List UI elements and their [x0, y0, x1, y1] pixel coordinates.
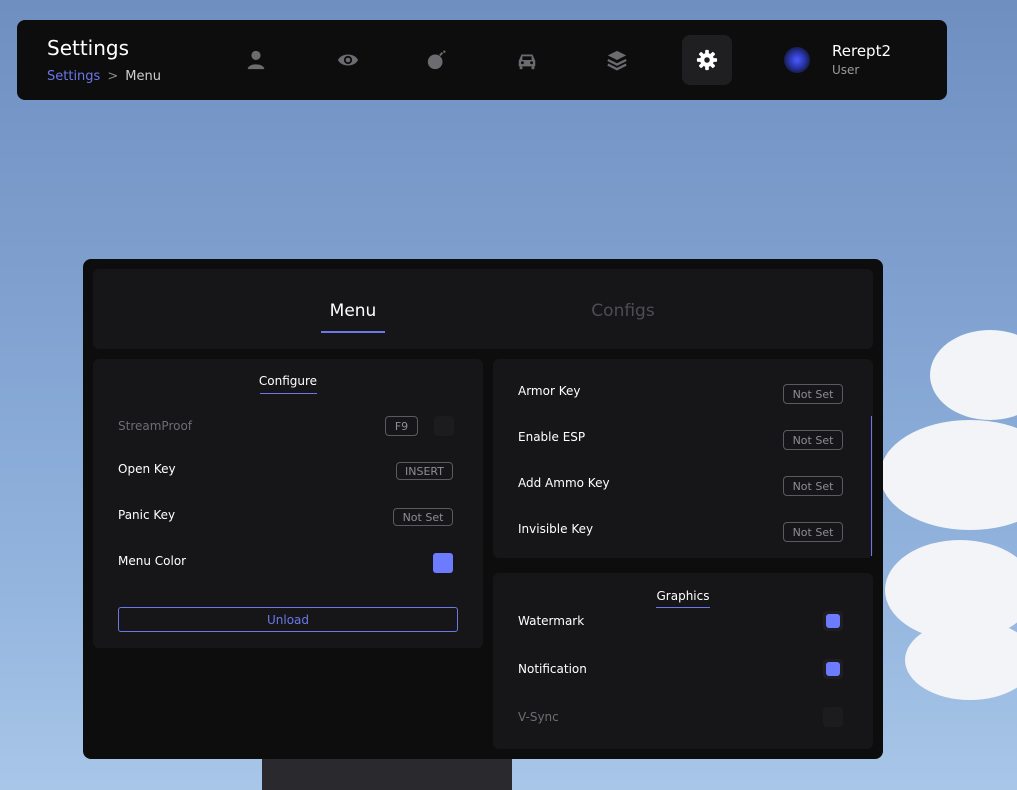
avatar[interactable] [784, 47, 810, 73]
tab-bar: Menu Configs [93, 269, 873, 349]
vsync-label: V-Sync [518, 710, 559, 724]
graphics-title: Graphics [656, 589, 710, 603]
configure-card: Configure StreamProof F9 Open Key INSERT… [93, 359, 483, 648]
menu-color-label: Menu Color [118, 554, 187, 568]
streamproof-keybind[interactable]: F9 [385, 416, 418, 436]
cloud [930, 330, 1017, 420]
breadcrumb: Settings > Menu [47, 69, 161, 84]
tab-configs[interactable]: Configs [573, 301, 673, 321]
notification-checkbox[interactable] [823, 659, 843, 679]
configure-title: Configure [258, 374, 318, 388]
breadcrumb-separator: > [107, 69, 119, 84]
vsync-checkbox[interactable] [823, 707, 843, 727]
nav-user-button[interactable] [231, 35, 281, 85]
nav-vehicle-button[interactable] [502, 35, 552, 85]
graphics-card: Graphics Watermark Notification V-Sync [493, 573, 873, 749]
unload-button[interactable]: Unload [118, 607, 458, 632]
active-tab-indicator [321, 331, 385, 333]
breadcrumb-current: Menu [125, 69, 161, 84]
breadcrumb-link-settings[interactable]: Settings [47, 69, 100, 84]
configure-underline [260, 393, 317, 394]
username: Rerept2 [832, 42, 891, 60]
tab-menu[interactable]: Menu [321, 301, 385, 321]
armor-key-keybind[interactable]: Not Set [783, 384, 843, 404]
keybinds-scrollbar[interactable] [871, 416, 872, 556]
settings-panel: Menu Configs Configure StreamProof F9 Op… [83, 259, 883, 759]
add-ammo-key-label: Add Ammo Key [518, 476, 610, 490]
open-key-keybind[interactable]: INSERT [396, 462, 453, 480]
streamproof-label: StreamProof [118, 419, 193, 433]
add-ammo-key-keybind[interactable]: Not Set [783, 476, 843, 496]
nav-visuals-button[interactable] [323, 35, 373, 85]
watermark-checkbox[interactable] [823, 611, 843, 631]
notification-label: Notification [518, 662, 587, 676]
cloud [880, 420, 1017, 530]
layers-icon [607, 50, 627, 71]
enable-esp-label: Enable ESP [518, 430, 586, 444]
menu-color-picker[interactable] [433, 553, 453, 573]
panic-key-keybind[interactable]: Not Set [393, 508, 453, 526]
cloud [905, 620, 1017, 700]
invisible-key-label: Invisible Key [518, 522, 594, 536]
eye-icon [337, 54, 359, 66]
car-icon [518, 54, 536, 70]
user-role: User [832, 63, 860, 77]
nav-settings-button[interactable] [682, 35, 732, 85]
open-key-label: Open Key [118, 462, 176, 476]
watermark-label: Watermark [518, 614, 585, 628]
bomb-icon [427, 50, 446, 70]
page-title: Settings [47, 36, 130, 60]
gear-icon [696, 49, 718, 71]
user-icon [247, 50, 265, 70]
enable-esp-keybind[interactable]: Not Set [783, 430, 843, 450]
panic-key-label: Panic Key [118, 508, 176, 522]
nav-weapons-button[interactable] [412, 35, 462, 85]
nav-misc-button[interactable] [592, 35, 642, 85]
invisible-key-keybind[interactable]: Not Set [783, 522, 843, 542]
top-bar: Settings Settings > Menu Rerept2 User [17, 20, 947, 100]
keybinds-card: Armor Key Not Set Enable ESP Not Set Add… [493, 359, 873, 558]
armor-key-label: Armor Key [518, 384, 581, 398]
streamproof-checkbox[interactable] [434, 416, 454, 436]
graphics-underline [656, 607, 710, 608]
